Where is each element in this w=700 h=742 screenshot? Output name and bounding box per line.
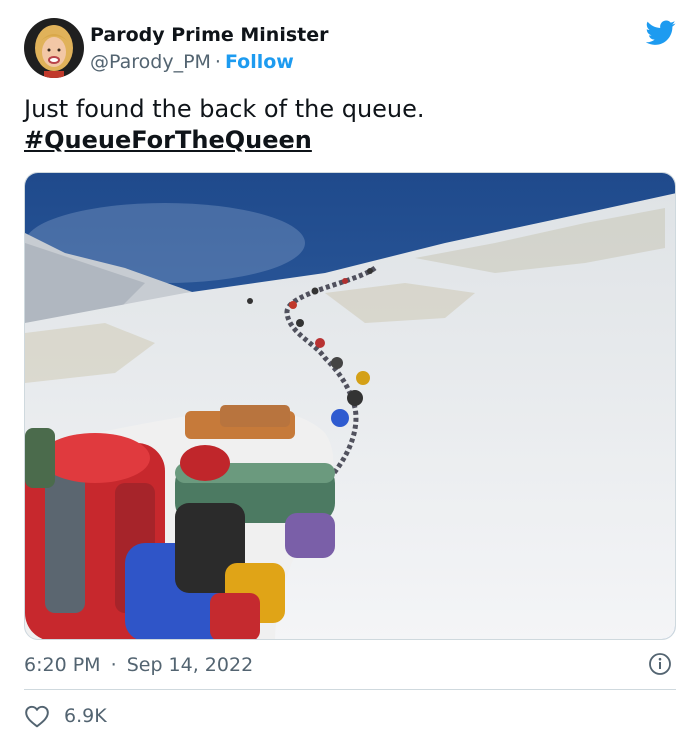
- divider: [24, 689, 676, 690]
- info-icon[interactable]: [648, 652, 672, 676]
- photo-mountain-queue: [25, 173, 675, 639]
- hashtag-link[interactable]: #QueueForTheQueen: [24, 125, 676, 156]
- twitter-bird-icon[interactable]: [646, 20, 676, 46]
- tweet-header: Parody Prime Minister @Parody_PM · Follow: [24, 18, 676, 80]
- follow-link[interactable]: Follow: [225, 51, 294, 73]
- handle-separator: ·: [214, 51, 221, 73]
- tweet-photo[interactable]: [24, 172, 676, 640]
- tweet-time[interactable]: 6:20 PM: [24, 654, 101, 676]
- handle[interactable]: @Parody_PM: [90, 51, 211, 73]
- tweet-text: Just found the back of the queue.: [24, 95, 425, 123]
- avatar[interactable]: [24, 18, 84, 78]
- like-count: 6.9K: [64, 705, 107, 727]
- handle-row: @Parody_PM · Follow: [90, 48, 328, 76]
- heart-icon: [25, 705, 49, 728]
- display-name[interactable]: Parody Prime Minister: [90, 22, 328, 48]
- author-info: Parody Prime Minister @Parody_PM · Follow: [90, 22, 328, 76]
- tweet-card: Parody Prime Minister @Parody_PM · Follow …: [0, 0, 700, 742]
- like-button[interactable]: 6.9K: [24, 702, 107, 730]
- meta-separator: ·: [110, 654, 117, 676]
- tweet-meta: 6:20 PM · Sep 14, 2022: [24, 652, 676, 678]
- avatar-image: [24, 18, 84, 78]
- tweet-body: Just found the back of the queue. #Queue…: [24, 94, 676, 156]
- tweet-date[interactable]: Sep 14, 2022: [127, 654, 253, 676]
